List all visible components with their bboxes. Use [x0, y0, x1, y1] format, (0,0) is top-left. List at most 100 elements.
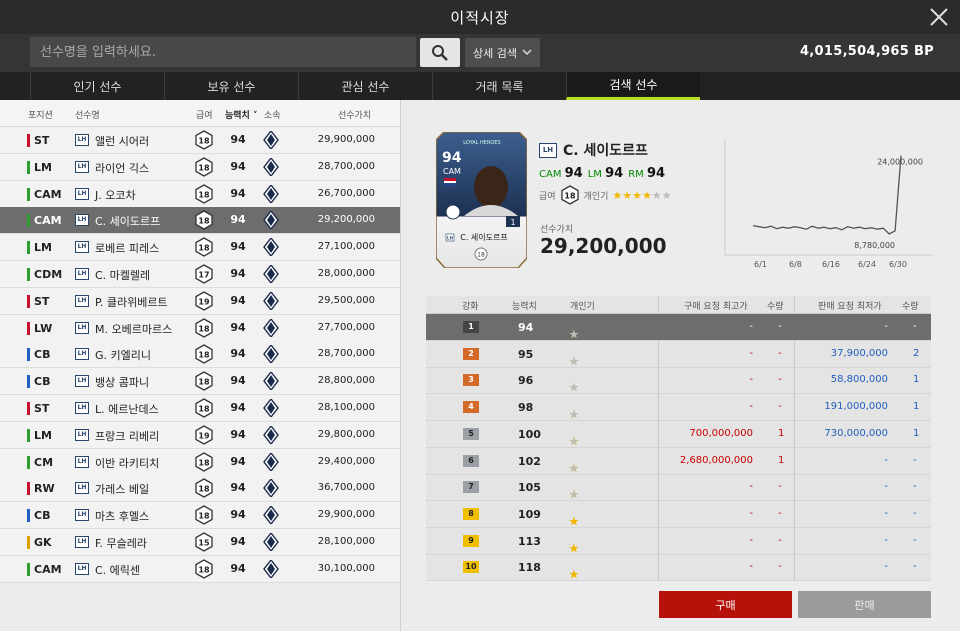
player-row[interactable]: ST LH P. 클라위베르트 19 94 29,500,000	[0, 287, 400, 315]
header-club: 소속	[264, 111, 281, 121]
season-badge: LH	[75, 214, 89, 227]
close-icon[interactable]	[928, 6, 950, 28]
player-row[interactable]: RW LH 가레스 베일 18 94 36,700,000	[0, 475, 400, 503]
search-bar: 상세 검색 4,015,504,965 BP	[0, 34, 960, 72]
player-name: J. 오코차	[95, 188, 136, 202]
player-value: 29,200,000	[540, 234, 667, 258]
enhance-row[interactable]: 7 105 ★ ★ ★ ★ ★ ★ - - - -	[426, 474, 931, 502]
buy-quantity: 1	[778, 454, 785, 466]
enhance-row[interactable]: 1 94 ★ ★ ★ ★ ★ ★ - - - -	[426, 314, 931, 341]
enhance-row[interactable]: 8 109 ★ ★ ★ ★ ★ ★ - - - -	[426, 501, 931, 528]
buy-quantity: -	[778, 374, 782, 386]
enhance-row[interactable]: 3 96 ★ ★ ★ ★ ★ ★ - -58,800,000 1	[426, 367, 931, 395]
salary-badge: 18	[195, 237, 213, 257]
player-row[interactable]: LM LH 프랑크 리베리 19 94 29,800,000	[0, 421, 400, 449]
tab-4[interactable]: 검색 선수	[566, 72, 700, 100]
ovr-value: 94	[230, 213, 246, 227]
enhance-ovr: 100	[518, 427, 541, 441]
season-badge: LH	[75, 402, 89, 414]
player-row[interactable]: LW LH M. 오베르마르스 18 94 27,700,000	[0, 314, 400, 342]
buy-quantity: -	[778, 347, 782, 359]
player-name: F. 무슬레라	[95, 537, 148, 550]
buy-quantity: -	[778, 534, 782, 546]
buy-button[interactable]: 구매	[659, 591, 792, 618]
buy-quantity: -	[778, 401, 782, 413]
player-value: 29,900,000	[317, 509, 375, 521]
ovr-value: 94	[230, 159, 246, 173]
sell-quantity: -	[913, 561, 917, 573]
card-ovr: 94	[442, 150, 462, 166]
tab-3[interactable]: 거래 목록	[432, 72, 566, 100]
player-name: 뱅상 콤파니	[95, 376, 150, 390]
position-label: CAM	[27, 214, 62, 228]
salary-badge: 18	[195, 130, 213, 150]
player-row[interactable]: CAM LH C. 에릭센 18 94 30,100,000	[0, 555, 400, 583]
svg-text:18: 18	[198, 244, 210, 253]
position-label: ST	[27, 402, 49, 415]
card-name: C. 세이도르프	[460, 232, 507, 242]
enhance-level-badge: 5	[463, 427, 479, 440]
player-row[interactable]: CB LH 뱅상 콤파니 18 94 28,800,000	[0, 368, 400, 396]
sell-button[interactable]: 판매	[798, 591, 931, 618]
sell-min-price: 191,000,000	[824, 401, 888, 413]
player-value: 28,800,000	[317, 375, 375, 387]
eh-level: 강화	[462, 302, 479, 312]
player-value: 29,900,000	[317, 134, 375, 145]
sell-min-price: 730,000,000	[824, 427, 888, 439]
player-name: L. 에르난데스	[95, 403, 159, 416]
sell-quantity: 1	[913, 374, 920, 386]
buy-max-price: -	[749, 561, 753, 573]
season-badge: LH	[75, 134, 89, 146]
svg-text:18: 18	[198, 405, 210, 414]
search-button[interactable]	[420, 38, 460, 67]
position-label: CB	[27, 375, 50, 389]
svg-text:18: 18	[198, 163, 210, 172]
enhance-ovr: 109	[518, 507, 541, 521]
tab-bar: 인기 선수 보유 선수 관심 선수 거래 목록 검색 선수	[0, 72, 960, 100]
player-row[interactable]: LM LH 로베르 피레스 18 94 27,100,000	[0, 234, 400, 262]
position-label: CB	[27, 348, 50, 362]
tab-0[interactable]: 인기 선수	[30, 72, 164, 100]
enhance-row[interactable]: 4 98 ★ ★ ★ ★ ★ ★ - -191,000,000 1	[426, 394, 931, 422]
detail-search-dropdown[interactable]: 상세 검색	[465, 38, 540, 67]
season-badge: LH	[75, 268, 89, 280]
player-row[interactable]: GK LH F. 무슬레라 15 94 28,100,000	[0, 529, 400, 556]
enhance-row[interactable]: 9 113 ★ ★ ★ ★ ★ ★ - - - -	[426, 528, 931, 555]
season-badge: LH	[75, 428, 89, 441]
enhance-row[interactable]: 10 118 ★ ★ ★ ★ ★ ★ - - - -	[426, 554, 931, 582]
card-salary: 18	[477, 252, 485, 259]
svg-text:18: 18	[198, 324, 210, 333]
buy-quantity: -	[778, 507, 782, 519]
header-ovr-sort[interactable]: 능력치 ˅	[225, 108, 257, 121]
player-row[interactable]: LM LH 라이언 긱스 18 94 28,700,000	[0, 153, 400, 181]
player-row[interactable]: ST LH 앨런 시어러 18 94 29,900,000	[0, 127, 400, 154]
player-row[interactable]: CM LH 이반 라키티치 18 94 29,400,000	[0, 448, 400, 476]
club-crest-icon	[263, 531, 279, 553]
position-rating: LM 94	[587, 166, 624, 181]
player-row[interactable]: CB LH G. 키엘리니 18 94 28,700,000	[0, 341, 400, 369]
svg-text:18: 18	[198, 190, 210, 199]
chevron-down-icon	[522, 49, 532, 56]
buy-quantity: -	[778, 481, 782, 493]
player-row[interactable]: CAM LH J. 오코차 18 94 26,700,000	[0, 180, 400, 208]
player-row[interactable]: CDM LH C. 마켈렐레 17 94 28,000,000	[0, 261, 400, 288]
buy-max-price: -	[749, 347, 753, 359]
club-crest-icon	[263, 397, 279, 419]
tab-1[interactable]: 보유 선수	[164, 72, 298, 100]
club-crest-icon	[263, 478, 279, 499]
player-row[interactable]: CAM LH C. 세이도르프 18 94 29,200,000	[0, 207, 400, 235]
position-label: CAM	[27, 187, 62, 201]
enhance-row[interactable]: 6 102 ★ ★ ★ ★ ★ ★ 2,680,000,000 1- -	[426, 448, 931, 475]
svg-text:18: 18	[198, 485, 210, 494]
player-row[interactable]: ST LH L. 에르난데스 18 94 28,100,000	[0, 395, 400, 422]
season-badge: LH	[75, 562, 89, 575]
player-name: 이반 라키티치	[95, 456, 160, 470]
enhance-row[interactable]: 2 95 ★ ★ ★ ★ ★ ★ - -37,900,000 2	[426, 341, 931, 368]
player-value: 29,200,000	[317, 214, 375, 226]
player-search-input[interactable]	[30, 37, 416, 67]
graph-x-label: 6/8	[789, 260, 802, 269]
tab-2[interactable]: 관심 선수	[298, 72, 432, 100]
enhance-row[interactable]: 5 100 ★ ★ ★ ★ ★ ★ 700,000,000 1 730,000,000 1	[426, 421, 931, 448]
player-row[interactable]: CB LH 마츠 후멜스 18 94 29,900,000	[0, 502, 400, 530]
salary-badge: 18	[195, 505, 213, 525]
